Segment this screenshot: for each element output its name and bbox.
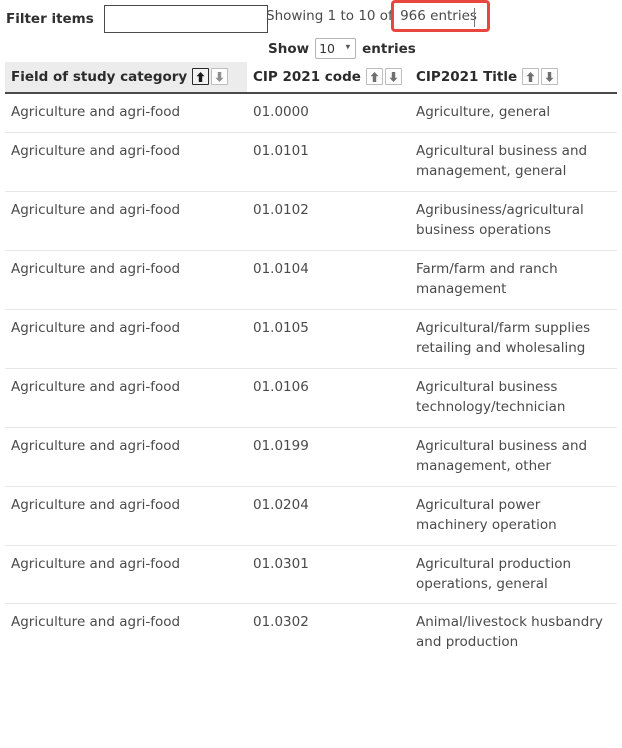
table-body: Agriculture and agri-food 01.0000 Agricult… <box>5 93 617 662</box>
table-row: Agriculture and agri-food 01.0199 Agricult… <box>5 427 617 487</box>
filter-label: Filter items <box>6 11 94 27</box>
cell-cip2021-title: Agricultural business technology/technic… <box>410 368 617 428</box>
table-row: Agriculture and agri-food 01.0204 Agricult… <box>5 486 617 546</box>
cell-cip2021-title: Animal/livestock husbandry and productio… <box>416 614 603 651</box>
table-row: Agriculture and agri-food 01.0302 Animal/l… <box>5 604 617 662</box>
column-header-cip2021-title[interactable]: CIP2021 Title <box>410 62 617 94</box>
showing-prefix: Showing 1 to 10 of <box>266 8 398 24</box>
cell-cip2021-title: Agriculture, general <box>410 93 617 133</box>
show-label: Show <box>268 40 310 57</box>
cell-cip-2021-code: 01.0199 <box>247 427 410 487</box>
cell-field-of-study-category: Agriculture and agri-food <box>5 309 247 369</box>
column-header-label: Field of study category <box>11 68 188 85</box>
cell-cip-2021-code: 01.0105 <box>247 309 410 369</box>
table-row: Agriculture and agri-food 01.0104 Farm/far… <box>5 250 617 310</box>
cell-field-of-study-category: Agriculture and agri-food <box>5 368 247 428</box>
cell-field-of-study-category: Agriculture and agri-food <box>5 427 247 487</box>
arrow-up-icon[interactable] <box>522 68 540 85</box>
column-header-label: CIP2021 Title <box>416 68 518 85</box>
cell-cip2021-title: Agricultural production operations, gene… <box>410 545 617 605</box>
arrow-up-icon[interactable] <box>365 68 383 85</box>
cell-cip-2021-code: 01.0302 <box>253 614 309 631</box>
showing-entries-info: Showing 1 to 10 of 966 entries <box>266 0 490 32</box>
arrow-down-icon[interactable] <box>541 68 559 85</box>
sort-buttons <box>522 68 559 85</box>
cell-cip-2021-code: 01.0204 <box>247 486 410 546</box>
cell-cip2021-title: Agricultural business and management, ot… <box>410 427 617 487</box>
table-head: Field of study category CIP 2021 code CI… <box>5 62 617 94</box>
cell-field-of-study-category: Agriculture and agri-food <box>5 191 247 251</box>
text-caret <box>474 8 475 27</box>
table-row: Agriculture and agri-food 01.0106 Agricult… <box>5 368 617 428</box>
cell-cip-2021-code: 01.0102 <box>247 191 410 251</box>
entries-count-highlight: 966 entries <box>391 0 490 32</box>
page-length-select[interactable]: 10 <box>315 38 357 59</box>
cell-cip-2021-code: 01.0104 <box>247 250 410 310</box>
cell-cip2021-title: Agricultural power machinery operation <box>410 486 617 546</box>
filter-row: Filter items <box>0 0 268 38</box>
table-row: Agriculture and agri-food 01.0301 Agricult… <box>5 545 617 605</box>
cell-field-of-study-category: Agriculture and agri-food <box>5 93 247 133</box>
cell-cip-2021-code: 01.0301 <box>247 545 410 605</box>
filter-input[interactable] <box>103 5 268 33</box>
cell-field-of-study-category: Agriculture and agri-food <box>5 132 247 192</box>
table-row: Agriculture and agri-food 01.0102 Agribusi… <box>5 191 617 251</box>
arrow-down-icon[interactable] <box>211 68 229 85</box>
cell-field-of-study-category: Agriculture and agri-food <box>5 250 247 310</box>
cell-field-of-study-category: Agriculture and agri-food <box>5 486 247 546</box>
entries-label: entries <box>362 40 416 57</box>
table-header-row: Field of study category CIP 2021 code CI… <box>5 62 617 94</box>
table-controls: Filter items Showing 1 to 10 of 966 entr… <box>0 0 622 62</box>
cell-cip2021-title: Farm/farm and ranch management <box>410 250 617 310</box>
cell-field-of-study-category: Agriculture and agri-food <box>5 545 247 605</box>
table-row: Agriculture and agri-food 01.0105 Agricult… <box>5 309 617 369</box>
arrow-down-icon[interactable] <box>384 68 402 85</box>
table-row: Agriculture and agri-food 01.0000 Agricult… <box>5 93 617 133</box>
table-row: Agriculture and agri-food 01.0101 Agricult… <box>5 132 617 192</box>
column-header-cip-2021-code[interactable]: CIP 2021 code <box>247 62 410 94</box>
cell-cip-2021-code: 01.0101 <box>247 132 410 192</box>
column-header-field-of-study-category[interactable]: Field of study category <box>5 62 247 94</box>
page-length-row: Show 10 ▾ entries <box>268 38 416 59</box>
cip-data-table: Field of study category CIP 2021 code CI… <box>5 62 617 662</box>
page-length-select-wrap: 10 ▾ <box>315 38 362 59</box>
sort-buttons <box>192 68 229 85</box>
cell-cip2021-title: Agribusiness/agricultural business opera… <box>410 191 617 251</box>
cell-cip2021-title: Agricultural/farm supplies retailing and… <box>410 309 617 369</box>
column-header-label: CIP 2021 code <box>253 68 361 85</box>
arrow-up-icon[interactable] <box>192 68 210 85</box>
cell-cip2021-title: Agricultural business and management, ge… <box>410 132 617 192</box>
cell-cip-2021-code: 01.0106 <box>247 368 410 428</box>
sort-buttons <box>365 68 402 85</box>
cell-field-of-study-category: Agriculture and agri-food <box>11 614 181 631</box>
cell-cip-2021-code: 01.0000 <box>247 93 410 133</box>
